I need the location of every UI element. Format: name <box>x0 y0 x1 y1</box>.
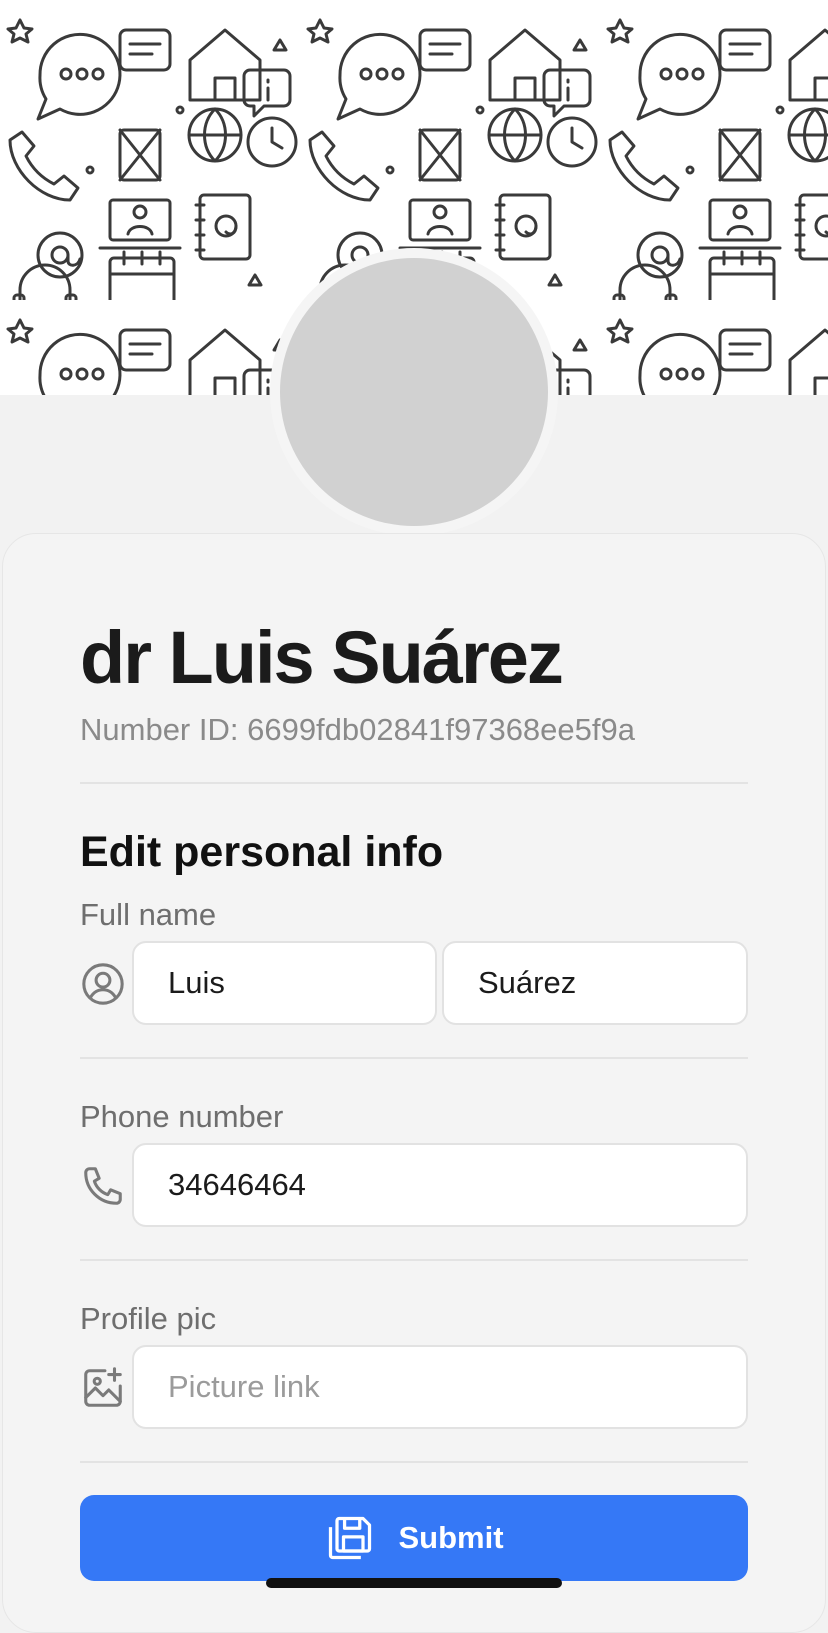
divider <box>80 1057 748 1059</box>
divider <box>80 1461 748 1463</box>
image-add-icon <box>84 1367 122 1407</box>
avatar-frame <box>270 248 558 536</box>
phone-icon <box>84 1167 122 1205</box>
picture-link-input[interactable] <box>132 1345 748 1429</box>
full-name-label: Full name <box>80 897 217 932</box>
section-title: Edit personal info <box>80 828 444 876</box>
divider <box>80 782 748 784</box>
profile-id: Number ID: 6699fdb02841f97368ee5f9a <box>80 712 635 747</box>
submit-button[interactable]: Submit <box>80 1495 748 1581</box>
save-icon <box>329 1516 372 1560</box>
submit-label: Submit <box>398 1520 504 1555</box>
phone-label: Phone number <box>80 1099 284 1134</box>
divider <box>80 1259 748 1261</box>
avatar[interactable] <box>280 258 548 526</box>
user-circle-icon <box>82 963 124 1005</box>
phone-input[interactable] <box>132 1143 748 1227</box>
profile-name: dr Luis Suárez <box>80 616 564 699</box>
profile-pic-label: Profile pic <box>80 1301 217 1336</box>
home-indicator <box>266 1578 562 1588</box>
last-name-input[interactable] <box>442 941 748 1025</box>
first-name-input[interactable] <box>132 941 437 1025</box>
